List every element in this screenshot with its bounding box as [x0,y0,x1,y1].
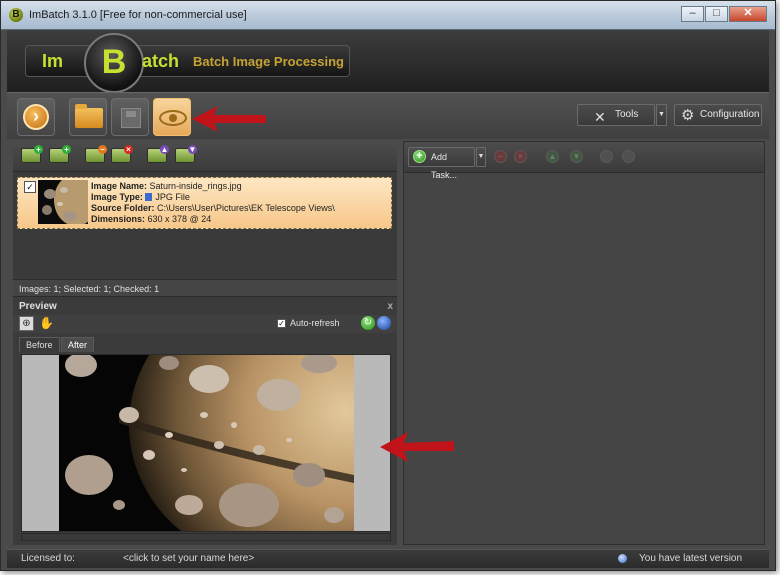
folder-icon [75,104,103,128]
add-images-button[interactable]: + [21,145,43,163]
tools-label: Tools [615,109,639,120]
preview-scrollbar[interactable] [21,533,391,541]
eye-icon [159,110,187,126]
arrow-up-icon: ▲ [160,145,169,154]
preview-frame [21,354,391,532]
maximize-button[interactable]: □ [705,6,728,22]
globe-icon[interactable] [377,316,391,330]
image-list-status: Images: 1; Selected: 1; Checked: 1 [13,279,397,297]
task-option-button[interactable] [600,150,613,163]
app-window: B ImBatch 3.1.0 [Free for non-commercial… [0,0,776,571]
preview-toolbar: ⊕ ✋ ✓ Auto-refresh ↻ [13,315,397,333]
zoom-icon[interactable]: ⊕ [19,316,34,331]
image-details: Image Name: Saturn-inside_rings.jpg Imag… [91,181,335,225]
image-thumbnail [38,180,88,224]
move-task-down-button[interactable]: ▼ [570,150,583,163]
configuration-button[interactable]: ⚙ Configuration [674,104,762,126]
remove-icon: − [98,145,107,154]
remove-all-button[interactable]: × [111,145,133,163]
arrow-down-icon: ▼ [188,145,197,154]
add-task-dropdown-button[interactable]: ▼ [476,147,486,167]
licensed-label: Licensed to: [21,553,75,564]
tab-after[interactable]: After [61,337,95,352]
logo-emblem: B [84,33,144,93]
main-toolbar: › ✕ Tools ▼ ⚙ Configuration [7,92,769,139]
logo-prefix: Im [42,51,64,71]
tools-button[interactable]: ✕ Tools [577,104,655,126]
source-folder-value: C:\Users\User\Pictures\EK Telescope View… [157,203,335,213]
delete-icon: × [124,145,133,154]
app-logo: Im B atch Batch Image Processing [25,33,350,93]
image-list-panel: + + − × ▲ ▼ ✓ Image Name: Saturn-inside_… [13,141,397,545]
image-list-toolbar: + + − × ▲ ▼ [13,141,397,172]
configuration-label: Configuration [700,109,760,120]
add-icon: + [62,145,71,154]
clear-tasks-button[interactable]: × [514,150,527,163]
save-icon [121,108,141,128]
window-controls: – □ ✕ [680,6,767,22]
item-checkbox[interactable]: ✓ [24,181,36,193]
title-bar: B ImBatch 3.1.0 [Free for non-commercial… [1,1,775,30]
gear-icon: ⚙ [681,107,695,124]
dimensions-label: Dimensions: [91,214,146,224]
add-task-button[interactable]: + Add Task... [408,147,475,180]
version-status: You have latest version [639,553,743,564]
annotation-arrow-toolbar [192,106,266,132]
tools-icon: ✕ [594,109,606,125]
dimensions-value: 630 x 378 @ 24 [147,214,212,224]
hand-pan-icon[interactable]: ✋ [39,316,54,330]
task-option-button[interactable] [622,150,635,163]
preview-image [59,355,354,531]
add-icon: + [34,145,43,154]
image-list: ✓ Image Name: Saturn-inside_rings.jpg Im [13,172,397,277]
image-name-value: Saturn-inside_rings.jpg [149,181,242,191]
app-header: Im B atch Batch Image Processing [7,30,769,93]
tab-before[interactable]: Before [19,337,60,352]
preview-close-button[interactable]: x [387,301,393,312]
add-folder-button[interactable]: + [49,145,71,163]
play-arrow-icon: › [23,104,49,130]
save-button[interactable] [111,98,149,136]
move-up-button[interactable]: ▲ [147,145,169,163]
autorefresh-checkbox[interactable]: ✓ [277,319,286,328]
move-task-up-button[interactable]: ▲ [546,150,559,163]
jpg-file-icon [145,193,153,201]
autorefresh-label: Auto-refresh [290,318,340,328]
image-type-value: JPG File [155,192,190,202]
remove-image-button[interactable]: − [85,145,107,163]
preview-title: Preview [19,301,57,312]
open-button[interactable] [69,98,107,136]
update-status-icon [618,554,627,563]
refresh-icon[interactable]: ↻ [361,316,375,330]
logo-suffix: atch [142,51,180,71]
source-folder-label: Source Folder: [91,203,155,213]
set-name-link[interactable]: <click to set your name here> [123,550,254,567]
add-task-label: Add Task... [431,152,458,180]
minimize-button[interactable]: – [681,6,704,22]
remove-task-button[interactable]: − [494,150,507,163]
close-button[interactable]: ✕ [729,6,767,22]
annotation-arrow-preview [380,432,454,462]
list-item[interactable]: ✓ Image Name: Saturn-inside_rings.jpg Im [17,177,392,229]
window-title: ImBatch 3.1.0 [Free for non-commercial u… [29,9,247,21]
image-name-label: Image Name: [91,181,148,191]
image-type-label: Image Type: [91,192,143,202]
add-circle-icon: + [413,150,426,163]
task-panel: + Add Task... ▼ − × ▲ ▼ [403,141,765,545]
task-toolbar: + Add Task... ▼ − × ▲ ▼ [404,142,764,180]
tools-dropdown-button[interactable]: ▼ [656,104,667,126]
status-bar: Licensed to: <click to set your name her… [7,549,769,568]
move-down-button[interactable]: ▼ [175,145,197,163]
preview-button[interactable] [153,98,191,136]
run-button[interactable]: › [17,98,55,136]
preview-panel-header: Preview x [13,301,397,314]
logo-tagline: Batch Image Processing [193,54,344,69]
app-icon: B [9,8,23,22]
